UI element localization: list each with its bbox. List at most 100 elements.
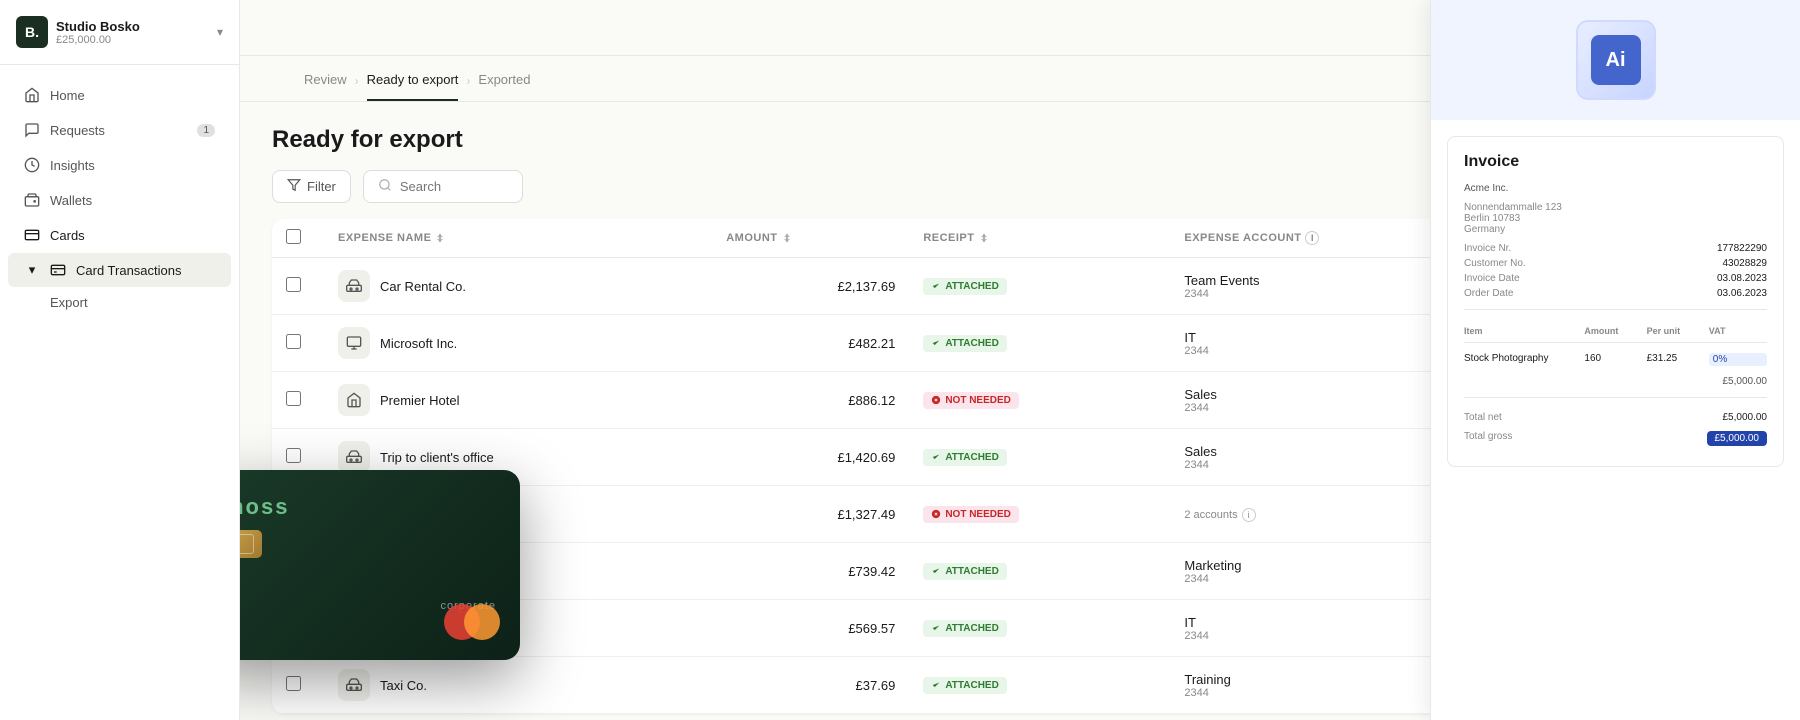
invoice-item-amount: 160 [1584,353,1642,366]
invoice-table-row-1: Stock Photography 160 £31.25 0% [1464,349,1767,370]
invoice-table-header: Item Amount Per unit VAT [1464,320,1767,343]
sidebar-item-export[interactable]: Export [50,288,231,317]
receipt-cell: ATTACHED [909,315,1170,372]
multi-account-badge[interactable]: 2 accounts i [1184,508,1255,522]
receipt-badge-not-needed: NOT NEEDED [923,392,1019,409]
cards-label: Cards [50,228,85,243]
expense-type-icon [338,441,370,473]
invoice-content: Invoice Acme Inc. Nonnendammalle 123 Ber… [1431,120,1800,720]
invoice-item-name: Stock Photography [1464,353,1580,366]
receipt-badge-attached: ATTACHED [923,335,1007,352]
tab-exported[interactable]: Exported [478,72,530,101]
receipt-cell: ATTACHED [909,657,1170,714]
expense-name-text: Premier Hotel [380,393,459,408]
filter-label: Filter [307,179,336,194]
transaction-amount: £886.12 [726,393,895,408]
expense-name-wrapper: Trip to client's office [338,441,698,473]
receipt-cell: ATTACHED [909,258,1170,315]
card-transactions-label: Card Transactions [76,263,182,278]
row-select-cell[interactable] [272,315,324,372]
row-checkbox[interactable] [286,676,301,691]
sidebar: B. Studio Bosko £25,000.00 ▾ Home Reques… [0,0,240,720]
company-name: Studio Bosko [56,19,209,34]
company-selector[interactable]: B. Studio Bosko £25,000.00 ▾ [0,0,239,65]
sidebar-item-card-transactions[interactable]: ▾ Card Transactions [8,253,231,287]
expense-name-cell: Microsoft Inc. [324,315,712,372]
sidebar-item-cards[interactable]: Cards [8,218,231,252]
moss-card-logo: moss [240,494,496,520]
card-overlay: moss corporate [240,470,520,660]
select-all-checkbox[interactable] [286,229,301,244]
invoice-field-customer-no: Customer No. 43028829 [1464,258,1767,269]
amount-cell: £739.42 [712,543,909,600]
sidebar-item-requests[interactable]: Requests 1 [8,113,231,147]
export-label: Export [50,295,88,310]
multi-account-info-icon: i [1242,508,1256,522]
filter-button[interactable]: Filter [272,170,351,203]
receipt-cell: ATTACHED [909,429,1170,486]
receipt-cell: NOT NEEDED [909,486,1170,543]
receipt-sort[interactable]: RECEIPT [923,232,988,244]
invoice-header: Ai [1431,0,1800,120]
th-receipt: RECEIPT [909,219,1170,258]
th-select-all[interactable] [272,219,324,258]
main-content: + + New Request ? Review › Ready to exp [240,0,1800,720]
collapse-icon: ▾ [24,262,40,278]
expense-name-cell: Taxi Co. [324,657,712,714]
th-expense-name: EXPENSE NAME [324,219,712,258]
receipt-cell: ATTACHED [909,543,1170,600]
row-checkbox[interactable] [286,391,301,406]
invoice-address: Nonnendammalle 123 Berlin 10783 Germany [1464,202,1767,235]
adobe-logo: Ai [1576,20,1656,100]
sidebar-item-insights[interactable]: Insights [8,148,231,182]
row-checkbox[interactable] [286,334,301,349]
receipt-badge-attached: ATTACHED [923,620,1007,637]
mastercard-logo [444,604,500,640]
row-checkbox[interactable] [286,277,301,292]
transaction-amount: £482.21 [726,336,895,351]
expense-account-info-icon: i [1305,231,1319,245]
amount-cell: £1,420.69 [712,429,909,486]
sidebar-navigation: Home Requests 1 Insights Wallets [0,65,239,720]
amount-cell: £569.57 [712,600,909,657]
sidebar-item-home[interactable]: Home [8,78,231,112]
invoice-item-vat: 0% [1709,353,1767,366]
transaction-amount: £1,327.49 [726,507,895,522]
transaction-amount: £2,137.69 [726,279,895,294]
invoice-title: Invoice [1464,153,1767,171]
expense-name-wrapper: Premier Hotel [338,384,698,416]
invoice-total-net: Total net £5,000.00 [1464,408,1767,427]
card-transactions-icon [50,262,66,278]
amount-sort[interactable]: AMOUNT [726,232,791,244]
tab-review[interactable]: Review [304,72,347,101]
th-amount: AMOUNT [712,219,909,258]
row-select-cell[interactable] [272,372,324,429]
invoice-fields: Invoice Nr. 177822290 Customer No. 43028… [1464,243,1767,299]
expense-name-text: Taxi Co. [380,678,427,693]
home-icon [24,87,40,103]
expense-name-wrapper: Taxi Co. [338,669,698,701]
moss-card: moss corporate [240,470,520,660]
expense-name-sort[interactable]: EXPENSE NAME [338,232,445,244]
sidebar-item-wallets[interactable]: Wallets [8,183,231,217]
expense-type-icon [338,384,370,416]
expense-name-cell: Car Rental Co. [324,258,712,315]
receipt-cell: NOT NEEDED [909,372,1170,429]
invoice-field-order-date: Order Date 03.06.2023 [1464,288,1767,299]
row-checkbox[interactable] [286,448,301,463]
tab-ready-to-export[interactable]: Ready to export [367,72,459,101]
receipt-badge-attached: ATTACHED [923,677,1007,694]
expense-name-wrapper: Microsoft Inc. [338,327,698,359]
search-input[interactable] [400,179,500,194]
invoice-panel: Ai Invoice Acme Inc. Nonnendammalle 123 … [1430,0,1800,720]
insights-icon [24,157,40,173]
search-box[interactable] [363,170,523,203]
wallets-icon [24,192,40,208]
expense-name-wrapper: Car Rental Co. [338,270,698,302]
row-select-cell[interactable] [272,258,324,315]
row-select-cell[interactable] [272,657,324,714]
nav-sub-group: Export [0,288,239,317]
receipt-badge-not-needed: NOT NEEDED [923,506,1019,523]
expense-name-text: Microsoft Inc. [380,336,457,351]
mastercard-circle2 [464,604,500,640]
